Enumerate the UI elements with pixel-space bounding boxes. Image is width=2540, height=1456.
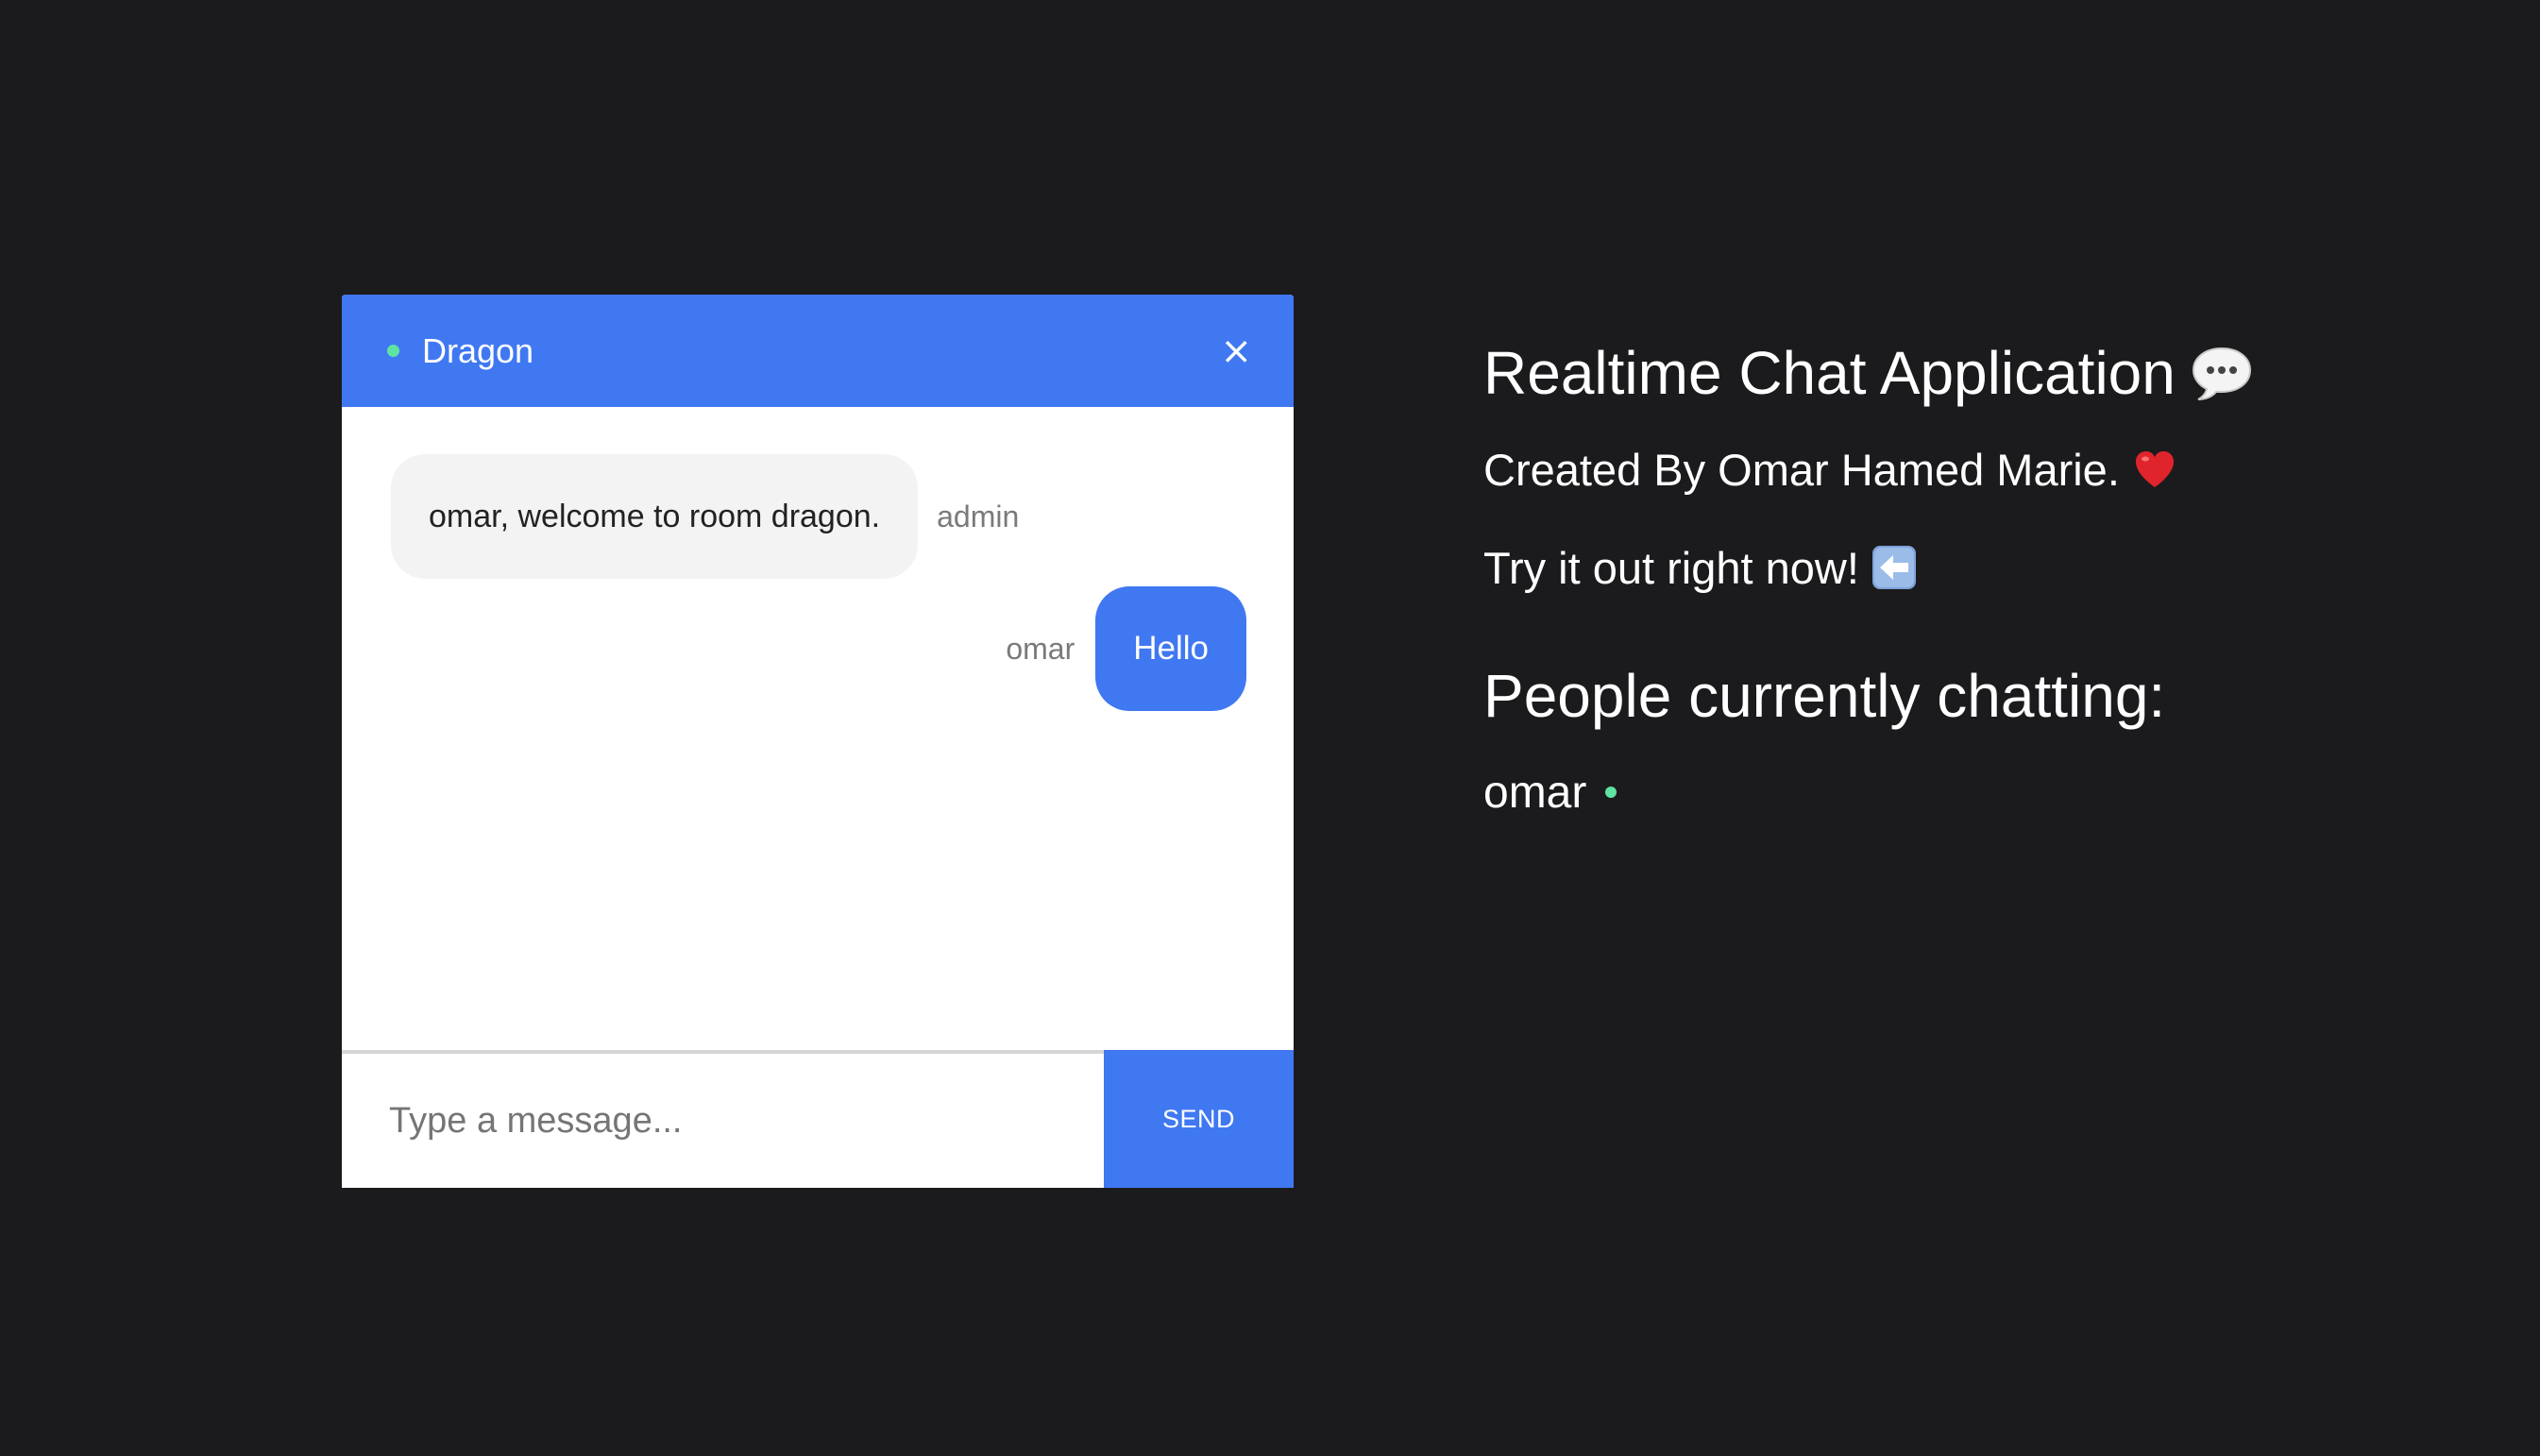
message-bubble: omar, welcome to room dragon.: [391, 454, 919, 579]
online-user-item: omar: [1483, 759, 2428, 825]
info-panel: Realtime Chat Application Created By Oma…: [1483, 330, 2428, 825]
heart-icon: [2135, 451, 2174, 487]
message-input[interactable]: [342, 1054, 1104, 1188]
chat-header: Dragon ×: [342, 295, 1294, 407]
message-bubble: Hello: [1095, 586, 1246, 711]
speech-bubble-icon: [2192, 347, 2251, 400]
close-icon[interactable]: ×: [1220, 332, 1252, 370]
online-status-dot: [387, 345, 399, 357]
message-item-outgoing: omar Hello: [1006, 586, 1246, 711]
online-status-dot: [1605, 787, 1617, 798]
send-button[interactable]: SEND: [1104, 1050, 1294, 1188]
online-user-name: omar: [1483, 767, 1587, 818]
message-sender: omar: [1006, 631, 1075, 666]
message-composer: SEND: [342, 1050, 1294, 1188]
try-it-text: Try it out right now!: [1483, 542, 1859, 593]
chat-window: Dragon × omar, welcome to room dragon. a…: [342, 295, 1294, 1188]
app-title: Realtime Chat Application: [1483, 339, 2176, 407]
message-sender: admin: [937, 499, 1020, 533]
created-by-row: Created By Omar Hamed Marie.: [1483, 436, 2428, 502]
left-arrow-icon: [1871, 546, 1916, 589]
message-item-incoming: omar, welcome to room dragon. admin: [391, 454, 1019, 579]
try-it-row: Try it out right now!: [1483, 534, 2428, 601]
people-heading: People currently chatting:: [1483, 662, 2166, 730]
app-title-row: Realtime Chat Application: [1483, 330, 2428, 415]
room-name: Dragon: [422, 330, 534, 370]
created-by-text: Created By Omar Hamed Marie.: [1483, 444, 2120, 495]
